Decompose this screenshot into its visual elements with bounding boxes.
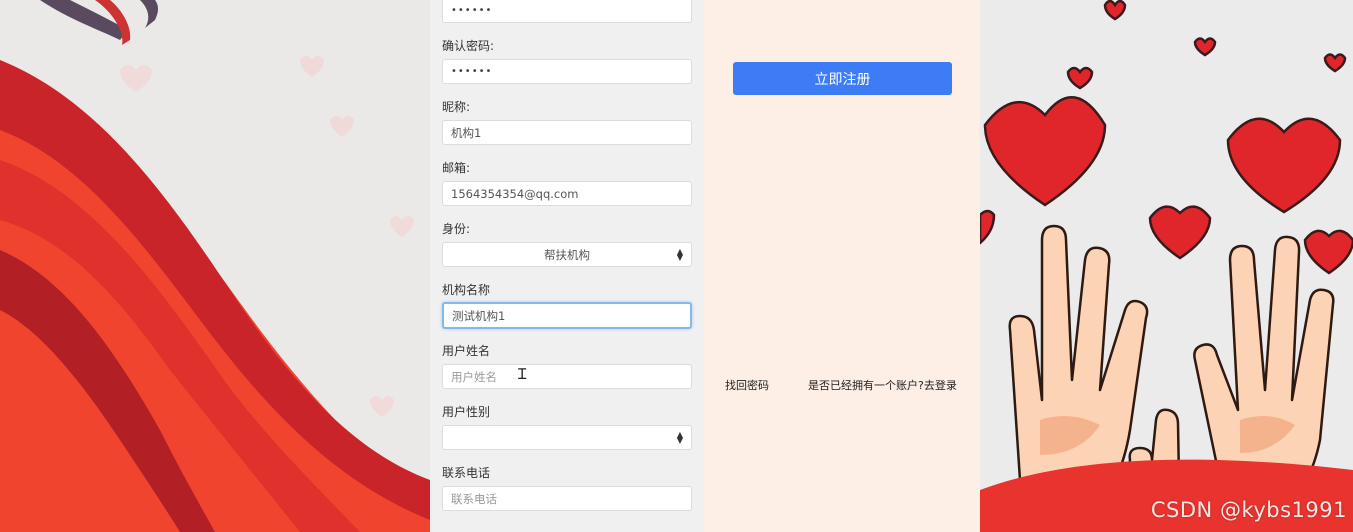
nickname-input[interactable]: 机构1 [442, 120, 692, 145]
phone-input[interactable]: 联系电话 [442, 486, 692, 511]
action-panel: 立即注册 找回密码 是否已经拥有一个账户?去登录 [704, 0, 980, 532]
red-ribbon-illustration [0, 0, 430, 532]
go-login-link[interactable]: 是否已经拥有一个账户?去登录 [808, 377, 957, 393]
csdn-watermark: CSDN @kybs1991 [1150, 498, 1347, 522]
phone-label: 联系电话 [442, 466, 491, 480]
register-button[interactable]: 立即注册 [733, 62, 952, 95]
user-name-label: 用户姓名 [442, 344, 491, 358]
right-decorative-background: CSDN @kybs1991 [980, 0, 1353, 532]
email-label: 邮箱: [442, 161, 471, 175]
hearts-and-hands-illustration [980, 0, 1353, 532]
select-arrows-icon: ▲ ▼ [676, 247, 683, 262]
user-gender-label: 用户性别 [442, 405, 491, 419]
user-gender-select[interactable]: ▲ ▼ [442, 425, 692, 450]
confirm-password-label: 确认密码: [442, 39, 495, 53]
user-name-input[interactable]: 用户姓名 [442, 364, 692, 389]
org-name-input[interactable]: 测试机构1 [442, 302, 692, 329]
left-decorative-background [0, 0, 430, 532]
email-input[interactable]: 1564354354@qq.com [442, 181, 692, 206]
forgot-password-link[interactable]: 找回密码 [725, 377, 769, 393]
identity-select[interactable]: 帮扶机构 ▲ ▼ [442, 242, 692, 267]
nickname-label: 昵称: [442, 100, 471, 114]
org-name-label: 机构名称 [442, 283, 491, 297]
identity-label: 身份: [442, 222, 471, 236]
password-input[interactable]: •••••• [442, 0, 692, 23]
confirm-password-input[interactable]: •••••• [442, 59, 692, 84]
text-cursor-icon: Ɪ [518, 365, 527, 383]
select-arrows-icon: ▲ ▼ [676, 430, 683, 445]
registration-form: •••••• 确认密码: •••••• 昵称: 机构1 邮箱: 15643543… [430, 0, 704, 532]
